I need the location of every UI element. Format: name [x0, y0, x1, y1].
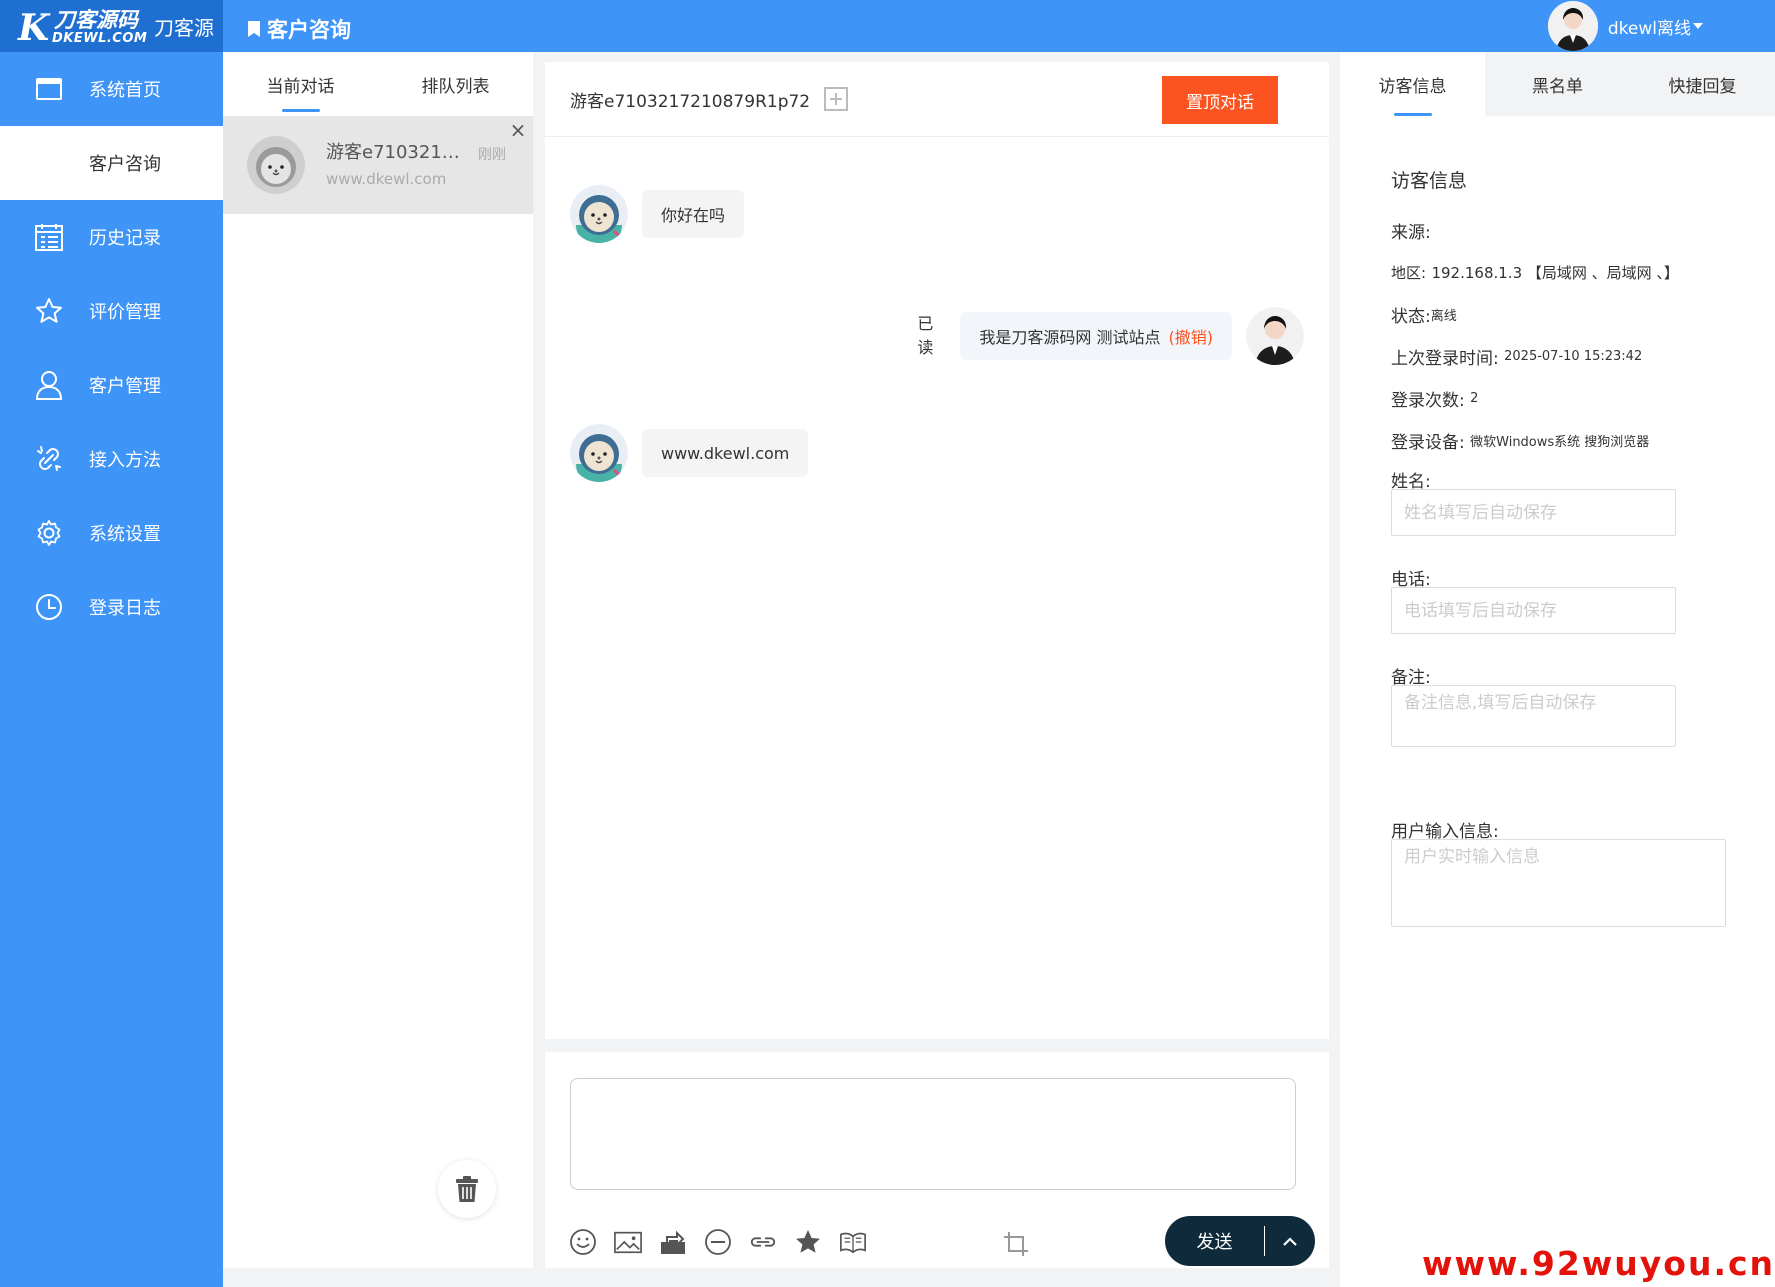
brand-name: 刀客源: [154, 15, 214, 40]
agent-avatar: [1547, 1, 1598, 51]
crop-screenshot-icon[interactable]: [1002, 1230, 1030, 1258]
conversation-site: www.dkewl.com: [326, 170, 447, 188]
favorite-star-icon[interactable]: [794, 1228, 822, 1256]
tab-quick-reply[interactable]: 快捷回复: [1630, 52, 1775, 116]
conversation-name: 游客e710321…: [326, 142, 460, 163]
note-label: 备注:: [1391, 668, 1431, 688]
phone-field[interactable]: [1391, 587, 1676, 634]
visitor-avatar: [570, 185, 628, 243]
message-bubble: 我是刀客源码网 测试站点 (撤销): [960, 312, 1232, 360]
clock-icon: [34, 592, 64, 622]
send-group: 发送: [1165, 1216, 1315, 1266]
watermark: www.92wuyou.cn: [1422, 1244, 1775, 1283]
visitor-info-panel: 访客信息 黑名单 快捷回复 访客信息 来源: 地区: 192.168.1.3 【…: [1340, 52, 1775, 1287]
add-icon[interactable]: [824, 87, 849, 111]
delete-trash-button[interactable]: [438, 1160, 496, 1218]
user-icon: [34, 370, 64, 400]
bookmark-icon: [248, 21, 260, 37]
page-title: 客户咨询: [247, 14, 351, 44]
calendar-list-icon: [34, 222, 64, 252]
info-status: 状态: 离线: [1391, 306, 1457, 327]
sidebar-item-history[interactable]: 历史记录: [0, 200, 223, 274]
sidebar: 系统首页 客户咨询 历史记录 评价管理 客户管理 接入方法 系统设置 登录日志: [0, 52, 223, 1287]
tab-visitor-info[interactable]: 访客信息: [1340, 52, 1485, 116]
sidebar-item-home[interactable]: 系统首页: [0, 52, 223, 126]
message-bubble: 你好在吗: [642, 190, 745, 238]
minus-circle-icon[interactable]: [704, 1228, 732, 1256]
compose-panel: 发送: [545, 1052, 1329, 1268]
read-status: 已读: [917, 314, 934, 357]
note-field[interactable]: [1391, 685, 1676, 747]
chat-visitor-name: 游客e7103217210879R1p72: [570, 91, 811, 112]
chevron-up-icon[interactable]: [1265, 1216, 1315, 1266]
user-name: dkewl离线: [1607, 18, 1691, 39]
name-label: 姓名:: [1391, 472, 1431, 492]
info-login-count: 登录次数: 2: [1391, 390, 1479, 411]
conversation-tabs: 当前对话 排队列表: [223, 52, 533, 116]
link-icon: [34, 444, 64, 474]
sidebar-item-customers[interactable]: 客户管理: [0, 348, 223, 422]
sidebar-item-integration[interactable]: 接入方法: [0, 422, 223, 496]
user-input-label: 用户输入信息:: [1391, 822, 1499, 842]
sidebar-item-settings[interactable]: 系统设置: [0, 496, 223, 570]
top-bar: K 刀客源码 DKEWL.COM 刀客源 客户咨询 dkewl离线: [0, 0, 1775, 52]
revoke-link[interactable]: (撤销): [1169, 324, 1214, 348]
close-conversation-icon[interactable]: ×: [507, 120, 529, 142]
name-field[interactable]: [1391, 489, 1676, 536]
phone-label: 电话:: [1391, 570, 1431, 590]
info-body: 访客信息 来源: 地区: 192.168.1.3 【局域网 、局域网 、】 状态…: [1391, 166, 1771, 931]
conversation-time: 刚刚: [478, 147, 506, 163]
message-visitor: 你好在吗: [570, 185, 745, 243]
visitor-avatar: [247, 136, 305, 194]
visitor-avatar: [570, 424, 628, 482]
send-button[interactable]: 发送: [1165, 1226, 1265, 1256]
logo: K 刀客源码 DKEWL.COM 刀客源: [0, 0, 223, 52]
gear-icon: [34, 518, 64, 548]
info-region: 地区: 192.168.1.3 【局域网 、局域网 、】: [1391, 263, 1679, 282]
tab-blacklist[interactable]: 黑名单: [1485, 52, 1630, 116]
logo-mark: K 刀客源码 DKEWL.COM: [18, 7, 148, 49]
conversation-item[interactable]: 游客e710321… www.dkewl.com 刚刚 ×: [223, 116, 533, 214]
link-chain-icon[interactable]: [749, 1228, 777, 1256]
agent-avatar: [1246, 307, 1304, 365]
caret-down-icon: [1693, 23, 1703, 29]
info-source: 来源:: [1391, 222, 1431, 243]
tab-queue-list[interactable]: 排队列表: [378, 52, 533, 116]
user-input-field[interactable]: [1391, 839, 1726, 927]
sidebar-item-rating[interactable]: 评价管理: [0, 274, 223, 348]
home-window-icon: [34, 74, 64, 104]
message-bubble: www.dkewl.com: [642, 429, 809, 477]
upload-file-icon[interactable]: [659, 1228, 687, 1256]
tab-current-conversations[interactable]: 当前对话: [223, 52, 378, 116]
info-last-login: 上次登录时间: 2025-07-10 15:23:42: [1391, 348, 1643, 369]
message-input[interactable]: [570, 1078, 1296, 1190]
chat-header: 游客e7103217210879R1p72 置顶对话: [545, 62, 1329, 137]
sidebar-item-login-log[interactable]: 登录日志: [0, 570, 223, 644]
star-icon: [34, 296, 64, 326]
user-menu[interactable]: dkewl离线: [1547, 0, 1703, 52]
sidebar-item-consult[interactable]: 客户咨询: [0, 126, 223, 200]
trash-icon: [456, 1176, 478, 1202]
chat-panel: 游客e7103217210879R1p72 置顶对话 你好在吗 已读 我是刀客源…: [545, 62, 1329, 1039]
info-tabs: 访客信息 黑名单 快捷回复: [1340, 52, 1775, 116]
emoji-icon[interactable]: [569, 1228, 597, 1256]
book-icon[interactable]: [839, 1228, 867, 1256]
image-icon[interactable]: [614, 1228, 642, 1256]
conversation-list-panel: 当前对话 排队列表 游客e710321… www.dkewl.com 刚刚 ×: [223, 52, 533, 1268]
message-visitor: www.dkewl.com: [570, 424, 809, 482]
message-agent: 已读 我是刀客源码网 测试站点 (撤销): [916, 307, 1304, 365]
compose-toolbar: [569, 1228, 867, 1256]
pin-conversation-button[interactable]: 置顶对话: [1162, 76, 1278, 124]
info-device: 登录设备: 微软Windows系统 搜狗浏览器: [1391, 432, 1650, 453]
info-heading: 访客信息: [1391, 170, 1468, 192]
